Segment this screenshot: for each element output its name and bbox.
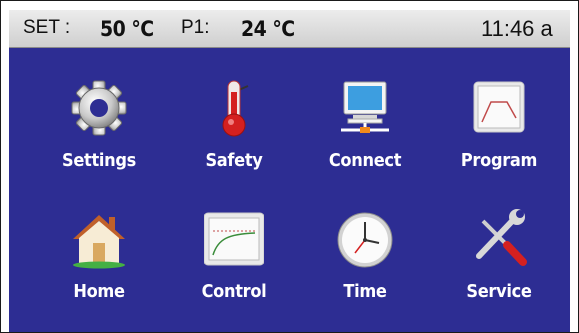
clock-icon	[337, 212, 393, 268]
safety-label: Safety	[205, 150, 263, 171]
program-button[interactable]: Program	[434, 48, 564, 178]
time-label: Time	[343, 281, 387, 302]
time-button[interactable]: Time	[300, 179, 430, 309]
settings-label: Settings	[61, 150, 137, 171]
control-graph-icon	[204, 212, 264, 266]
p1-value: 24 °C	[241, 17, 295, 41]
control-button[interactable]: Control	[169, 179, 299, 309]
wrench-screwdriver-icon	[476, 209, 527, 266]
service-button[interactable]: Service	[434, 179, 564, 309]
network-computer-icon	[341, 81, 389, 133]
safety-button[interactable]: Safety	[169, 48, 299, 178]
set-label: SET :	[23, 17, 71, 38]
program-label: Program	[460, 150, 538, 171]
status-bar: SET : 50 °C P1: 24 °C 11:46 a	[9, 10, 570, 48]
p1-label: P1:	[181, 17, 210, 38]
control-label: Control	[201, 281, 267, 302]
device-screen: SET : 50 °C P1: 24 °C 11:46 a Settings S…	[0, 0, 579, 333]
set-value: 50 °C	[100, 17, 154, 41]
service-label: Service	[466, 281, 532, 302]
home-label: Home	[73, 281, 125, 302]
home-button[interactable]: Home	[34, 179, 164, 309]
thermometer-icon	[222, 80, 249, 137]
program-graph-icon	[473, 81, 525, 133]
settings-button[interactable]: Settings	[34, 48, 164, 178]
house-icon	[73, 215, 125, 269]
main-menu-panel: Settings Safety Connect Program Home Con…	[9, 48, 570, 332]
connect-label: Connect	[328, 150, 402, 171]
clock-time: 11:46 a	[481, 16, 553, 41]
connect-button[interactable]: Connect	[300, 48, 430, 178]
gear-icon	[71, 80, 127, 136]
